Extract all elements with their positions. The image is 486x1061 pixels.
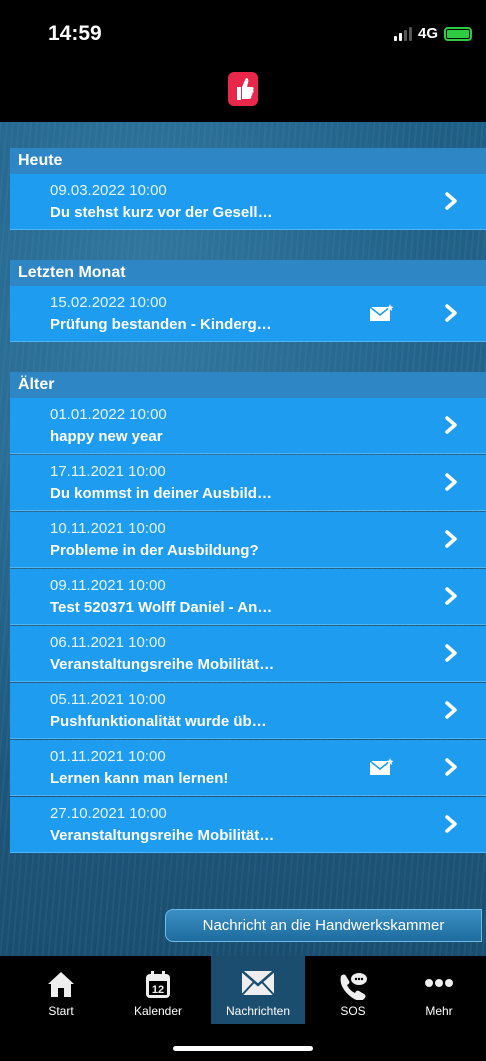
message-date: 01.01.2022 10:00 — [50, 406, 167, 423]
message-date: 06.11.2021 10:00 — [50, 634, 166, 651]
message-title: Du kommst in deiner Ausbild… — [50, 485, 272, 502]
message-row[interactable]: 10.11.2021 10:00 Probleme in der Ausbildu… — [10, 512, 486, 568]
app-header — [0, 70, 486, 122]
tab-label: Kalender — [133, 1004, 183, 1018]
chevron-right-icon — [445, 701, 457, 719]
chevron-right-icon — [445, 530, 457, 548]
tab-nachrichten[interactable]: Nachrichten — [211, 956, 305, 1024]
message-date: 17.11.2021 10:00 — [50, 463, 166, 480]
message-row[interactable]: 06.11.2021 10:00 Veranstaltungsreihe Mobi… — [10, 626, 486, 682]
message-date: 05.11.2021 10:00 — [50, 691, 166, 708]
message-title: Veranstaltungsreihe Mobilität… — [50, 656, 275, 673]
message-title: Probleme in der Ausbildung? — [50, 542, 259, 559]
message-date: 10.11.2021 10:00 — [50, 520, 166, 537]
new-mail-icon — [370, 758, 394, 775]
chevron-right-icon — [445, 192, 457, 210]
message-date: 09.03.2022 10:00 — [50, 182, 167, 199]
section-header: Älter — [10, 372, 486, 398]
message-row[interactable]: 01.01.2022 10:00 happy new year — [10, 398, 486, 454]
message-row[interactable]: 01.11.2021 10:00 Lernen kann man lernen! — [10, 740, 486, 796]
home-icon — [48, 972, 74, 997]
message-row[interactable]: 05.11.2021 10:00 Pushfunktionalität wurde… — [10, 683, 486, 739]
message-title: Du stehst kurz vor der Gesell… — [50, 204, 273, 221]
message-row[interactable]: 09.11.2021 10:00 Test 520371 Wolff Daniel… — [10, 569, 486, 625]
svg-text:12: 12 — [152, 984, 164, 996]
message-row[interactable]: 27.10.2021 10:00 Veranstaltungsreihe Mobi… — [10, 797, 486, 853]
phone-chat-icon — [340, 973, 367, 1000]
status-bar: 14:59 4G — [0, 0, 486, 70]
message-row[interactable]: 15.02.2022 10:00 Prüfung bestanden - Kind… — [10, 286, 486, 342]
chevron-right-icon — [445, 473, 457, 491]
tab-label: Mehr — [425, 1004, 453, 1018]
status-time: 14:59 — [48, 22, 102, 45]
network-label: 4G — [417, 25, 438, 42]
status-indicators: 4G — [393, 25, 472, 42]
message-title: Veranstaltungsreihe Mobilität… — [50, 827, 275, 844]
message-date: 27.10.2021 10:00 — [50, 805, 167, 822]
tab-kalender[interactable]: 12 Kalender — [111, 956, 205, 1024]
chevron-right-icon — [445, 815, 457, 833]
tab-start[interactable]: Start — [14, 956, 108, 1024]
message-title: Test 520371 Wolff Daniel - An… — [50, 599, 273, 616]
more-dots-icon — [425, 979, 453, 987]
message-date: 15.02.2022 10:00 — [50, 294, 167, 311]
chevron-right-icon — [445, 587, 457, 605]
message-title: Pushfunktionalität wurde üb… — [50, 713, 267, 730]
message-date: 01.11.2021 10:00 — [50, 748, 166, 765]
chevron-right-icon — [445, 304, 457, 322]
chevron-right-icon — [445, 416, 457, 434]
message-title: Prüfung bestanden - Kinderg… — [50, 316, 272, 333]
signal-icon — [393, 26, 412, 41]
envelope-icon — [241, 970, 275, 996]
section-header: Letzten Monat — [10, 260, 486, 286]
battery-icon — [444, 26, 472, 41]
message-title: Lernen kann man lernen! — [50, 770, 229, 787]
thumbs-up-logo-icon — [228, 72, 258, 106]
calendar-icon: 12 — [146, 971, 170, 998]
message-title: happy new year — [50, 428, 163, 445]
home-indicator[interactable] — [173, 1046, 313, 1051]
tab-mehr[interactable]: Mehr — [392, 956, 486, 1024]
tab-sos[interactable]: SOS — [306, 956, 400, 1024]
tab-label: SOS — [340, 1004, 366, 1018]
message-row[interactable]: 17.11.2021 10:00 Du kommst in deiner Ausb… — [10, 455, 486, 511]
chevron-right-icon — [445, 644, 457, 662]
chevron-right-icon — [445, 758, 457, 776]
message-date: 09.11.2021 10:00 — [50, 577, 166, 594]
section-header: Heute — [10, 148, 486, 174]
tab-label: Nachrichten — [225, 1004, 291, 1018]
tab-label: Start — [48, 1004, 74, 1018]
send-message-button[interactable]: Nachricht an die Handwerkskammer — [165, 909, 482, 942]
message-row[interactable]: 09.03.2022 10:00 Du stehst kurz vor der G… — [10, 174, 486, 230]
new-mail-icon — [370, 304, 394, 321]
